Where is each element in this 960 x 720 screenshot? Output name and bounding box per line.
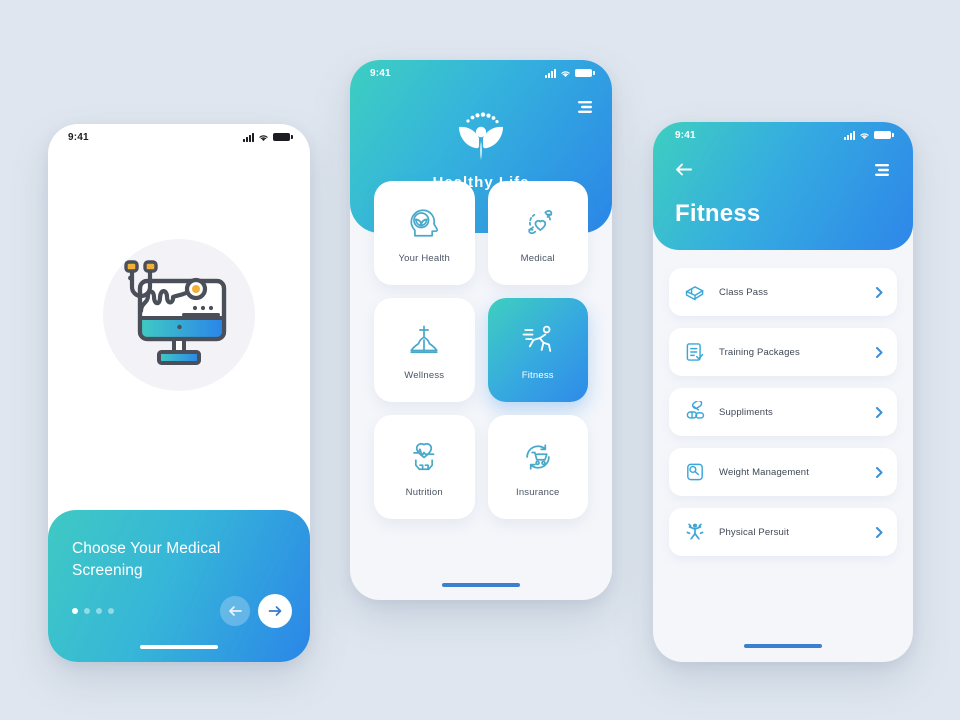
- tile-wellness[interactable]: Wellness: [374, 298, 475, 402]
- wifi-icon: [259, 134, 268, 141]
- home-indicator: [442, 583, 520, 587]
- brand-block: Healthy Life: [350, 86, 612, 191]
- phone-home-screen: 9:41 Healthy Life Your Health Medical We…: [350, 60, 612, 600]
- list-item-label: Class Pass: [719, 286, 769, 298]
- home-indicator: [140, 645, 218, 649]
- status-icons: [545, 68, 595, 78]
- list-item-label: Suppliments: [719, 406, 773, 418]
- nav-bar: [675, 148, 891, 182]
- tile-nutrition[interactable]: Nutrition: [374, 415, 475, 519]
- leaf-person-logo-icon: [459, 112, 503, 160]
- tile-label: Fitness: [521, 369, 554, 381]
- menu-button[interactable]: [576, 100, 594, 119]
- menu-button[interactable]: [873, 163, 891, 182]
- tile-label: Your Health: [398, 252, 450, 264]
- pagination-dot[interactable]: [72, 608, 78, 614]
- onboarding-card: Choose Your Medical Screening: [48, 510, 310, 662]
- pagination-dot[interactable]: [84, 608, 90, 614]
- illustration-backdrop-circle: [103, 239, 255, 391]
- hands-heart-pulse-icon: [413, 442, 435, 470]
- status-time: 9:41: [370, 67, 391, 79]
- running-person-icon: [522, 325, 551, 352]
- home-indicator: [744, 644, 822, 648]
- yoga-pose-icon: [410, 325, 438, 353]
- pagination-dots[interactable]: [72, 608, 114, 614]
- battery-icon: [575, 69, 595, 77]
- mockup-stage: 9:41 Choose Your Medical Screening 9:41 …: [0, 0, 960, 720]
- hands-heart-icon: [528, 209, 553, 234]
- onboarding-controls: [72, 594, 292, 628]
- status-icons: [243, 132, 293, 142]
- tile-fitness[interactable]: Fitness: [487, 298, 588, 402]
- tile-label: Nutrition: [405, 486, 443, 498]
- arrow-right-icon: [268, 606, 281, 616]
- hamburger-menu-icon: [875, 163, 889, 176]
- nav-buttons: [220, 594, 292, 628]
- arrow-left-icon: [229, 606, 242, 616]
- signal-bars-icon: [243, 132, 254, 142]
- status-time: 9:41: [68, 131, 89, 143]
- battery-icon: [273, 133, 293, 141]
- tile-label: Insurance: [515, 486, 560, 498]
- cart-refresh-icon: [525, 443, 550, 470]
- phone-onboarding-screen: 9:41 Choose Your Medical Screening: [48, 124, 310, 662]
- wifi-icon: [561, 70, 570, 77]
- list-item-label: Physical Persuit: [719, 526, 789, 538]
- head-leaf-icon: [410, 208, 439, 237]
- prev-button[interactable]: [220, 596, 250, 626]
- back-arrow-icon: [676, 163, 692, 176]
- list-item-label: Weight Management: [719, 466, 810, 478]
- home-bar-area: [350, 570, 612, 600]
- home-bar-area: [653, 630, 913, 662]
- phone-fitness-list-screen: 9:41 Fitness Class Pass Training Package…: [653, 122, 913, 662]
- hamburger-menu-icon: [578, 101, 592, 113]
- fitness-options-list: Class Pass Training Packages Suppliments…: [653, 250, 913, 630]
- chevron-right-icon: [876, 406, 883, 418]
- ticket-icon: [683, 281, 707, 303]
- status-icons: [844, 130, 894, 140]
- jumping-person-icon: [683, 521, 707, 543]
- list-item-class-pass[interactable]: Class Pass: [669, 268, 897, 316]
- list-item-physical-persuit[interactable]: Physical Persuit: [669, 508, 897, 556]
- pagination-dot[interactable]: [108, 608, 114, 614]
- next-button[interactable]: [258, 594, 292, 628]
- status-time: 9:41: [675, 129, 696, 141]
- signal-bars-icon: [545, 68, 556, 78]
- weight-scale-icon: [683, 461, 707, 483]
- hero-illustration-area: [48, 150, 310, 510]
- wifi-icon: [860, 132, 869, 139]
- status-bar: 9:41: [675, 122, 894, 148]
- tile-your-health[interactable]: Your Health: [374, 181, 475, 285]
- status-bar: 9:41: [350, 60, 612, 86]
- status-bar: 9:41: [48, 124, 310, 150]
- chevron-right-icon: [876, 526, 883, 538]
- medical-monitor-stethoscope-illustration: [124, 260, 227, 365]
- tile-label: Wellness: [404, 369, 445, 381]
- battery-icon: [874, 131, 894, 139]
- list-item-weight-management[interactable]: Weight Management: [669, 448, 897, 496]
- onboarding-title: Choose Your Medical Screening: [72, 540, 221, 579]
- pills-icon: [683, 401, 707, 423]
- list-item-suppliments[interactable]: Suppliments: [669, 388, 897, 436]
- fitness-header: 9:41 Fitness: [653, 122, 913, 250]
- category-grid: Your Health Medical Wellness Fitness Nut…: [350, 181, 612, 570]
- list-item-label: Training Packages: [719, 346, 800, 358]
- page-title: Fitness: [675, 200, 761, 227]
- tile-label: Medical: [520, 252, 555, 264]
- tile-medical[interactable]: Medical: [487, 181, 588, 285]
- list-item-training-packages[interactable]: Training Packages: [669, 328, 897, 376]
- back-button[interactable]: [675, 162, 693, 182]
- checklist-icon: [683, 341, 707, 363]
- pagination-dot[interactable]: [96, 608, 102, 614]
- chevron-right-icon: [876, 346, 883, 358]
- signal-bars-icon: [844, 130, 855, 140]
- chevron-right-icon: [876, 286, 883, 298]
- tile-insurance[interactable]: Insurance: [487, 415, 588, 519]
- chevron-right-icon: [876, 466, 883, 478]
